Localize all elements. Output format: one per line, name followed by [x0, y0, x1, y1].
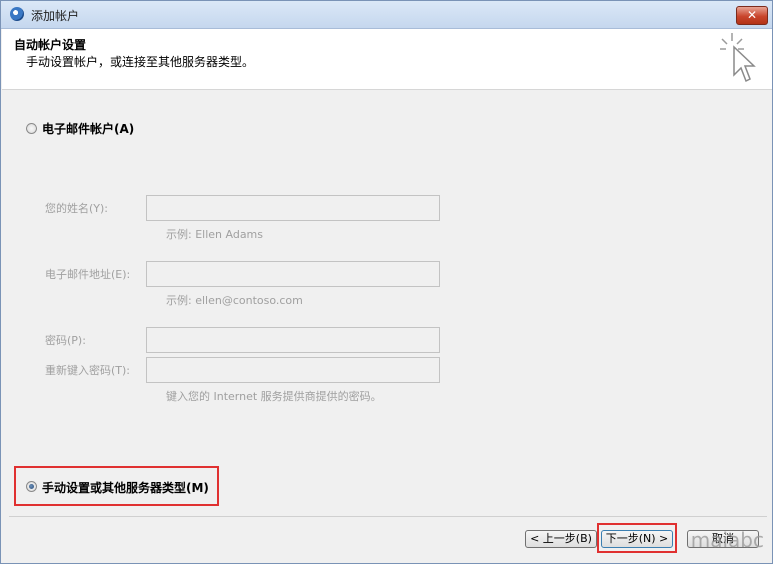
title-bar: 添加帐户 ✕ [1, 1, 772, 29]
retype-password-label: 重新键入密码(T): [45, 364, 131, 377]
watermark-text: maiabc [690, 528, 764, 552]
back-button[interactable]: < 上一步(B) [525, 530, 597, 548]
name-label: 您的姓名(Y): [45, 202, 109, 215]
cursor-sparkle-icon [720, 33, 756, 83]
email-address-input[interactable] [146, 261, 440, 287]
window-title: 添加帐户 [31, 9, 80, 23]
retype-password-input[interactable] [146, 357, 440, 383]
wizard-header: 自动帐户设置 手动设置帐户，或连接至其他服务器类型。 [2, 29, 772, 90]
email-account-label: 电子邮件帐户(A) [42, 122, 135, 136]
close-button[interactable]: ✕ [736, 6, 768, 25]
page-subtitle: 手动设置帐户，或连接至其他服务器类型。 [26, 55, 255, 69]
next-button[interactable]: 下一步(N) > [601, 530, 673, 548]
add-account-dialog: 添加帐户 ✕ 自动帐户设置 手动设置帐户，或连接至其他服务器类型。 电子邮件帐户… [0, 0, 773, 564]
button-divider [9, 516, 767, 517]
password-hint: 键入您的 Internet 服务提供商提供的密码。 [166, 390, 382, 403]
outlook-app-icon [10, 7, 24, 21]
name-hint: 示例: Ellen Adams [166, 228, 264, 241]
page-title: 自动帐户设置 [14, 38, 87, 52]
manual-setup-radio[interactable] [26, 481, 37, 492]
email-address-label: 电子邮件地址(E): [45, 268, 131, 281]
email-hint: 示例: ellen@contoso.com [166, 294, 303, 307]
manual-setup-label: 手动设置或其他服务器类型(M) [42, 481, 209, 495]
password-label: 密码(P): [45, 334, 86, 347]
name-input[interactable] [146, 195, 440, 221]
password-input[interactable] [146, 327, 440, 353]
email-account-radio[interactable] [26, 123, 37, 134]
